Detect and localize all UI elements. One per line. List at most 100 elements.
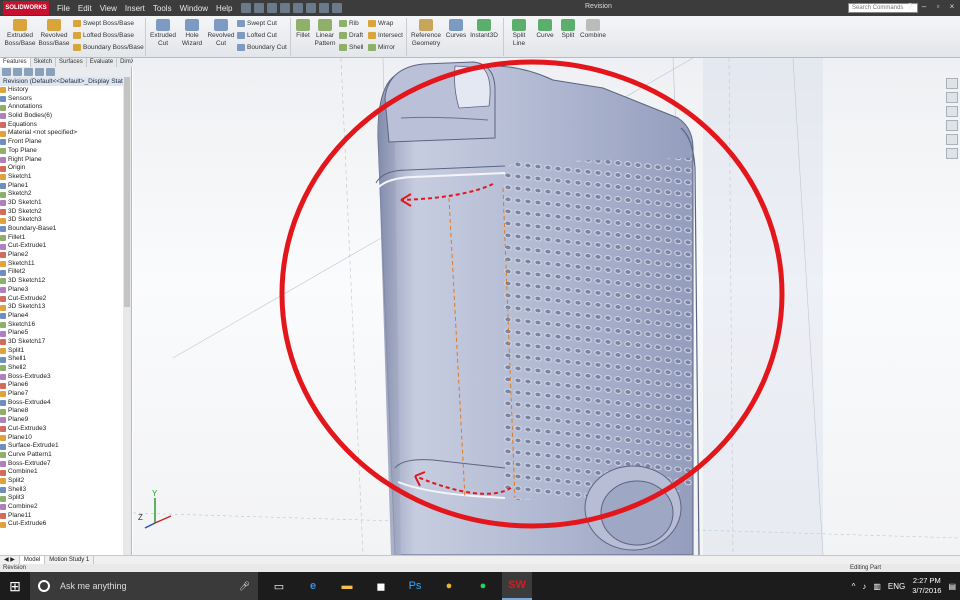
tree-item[interactable]: Curve Pattern1: [0, 451, 131, 460]
tree-item[interactable]: Plane8: [0, 407, 131, 416]
cortana-search-box[interactable]: Ask me anything 🎤︎: [30, 572, 258, 600]
spotify-icon[interactable]: ●: [468, 572, 498, 600]
tree-item[interactable]: Sketch1: [0, 173, 131, 182]
draft-button[interactable]: Draft: [339, 32, 363, 39]
shell-button[interactable]: Shell: [339, 44, 363, 51]
file-explorer-icon[interactable]: [946, 106, 958, 117]
tree-item[interactable]: Cut-Extrude1: [0, 242, 131, 251]
tab-nav-arrows[interactable]: ◀ ▶: [0, 556, 20, 564]
tree-item[interactable]: Combine1: [0, 468, 131, 477]
boundary-boss-button[interactable]: Boundary Boss/Base: [73, 44, 144, 51]
open-icon[interactable]: [253, 3, 264, 13]
appearances-icon[interactable]: [946, 134, 958, 145]
tree-item[interactable]: Shell3: [0, 486, 131, 495]
menu-tools[interactable]: Tools: [149, 4, 176, 13]
lofted-boss-button[interactable]: Lofted Boss/Base: [73, 32, 134, 39]
swept-boss-button[interactable]: Swept Boss/Base: [73, 20, 134, 27]
tree-item[interactable]: Plane5: [0, 329, 131, 338]
curve-button[interactable]: Curve: [532, 19, 558, 40]
view-palette-icon[interactable]: [946, 120, 958, 131]
mirror-button[interactable]: Mirror: [368, 44, 395, 51]
tree-item[interactable]: Boundary-Base1: [0, 225, 131, 234]
solidworks-taskbar-icon[interactable]: SW: [502, 572, 532, 600]
lofted-cut-button[interactable]: Lofted Cut: [237, 32, 277, 39]
menu-view[interactable]: View: [96, 4, 121, 13]
language-indicator[interactable]: ENG: [888, 582, 905, 591]
tab-features[interactable]: Features: [0, 58, 31, 67]
close-icon[interactable]: ×: [947, 2, 957, 12]
tree-item[interactable]: Cut-Extrude3: [0, 425, 131, 434]
tree-item[interactable]: 3D Sketch3: [0, 216, 131, 225]
tree-item[interactable]: 3D Sketch17: [0, 338, 131, 347]
windows-start-icon[interactable]: ⊞: [0, 572, 30, 600]
store-icon[interactable]: ◼: [366, 572, 396, 600]
combine-button[interactable]: Combine: [580, 19, 606, 40]
file-explorer-icon[interactable]: ▬: [332, 572, 362, 600]
tree-item[interactable]: Top Plane: [0, 147, 131, 156]
instant3d-button[interactable]: Instant3D: [468, 19, 500, 40]
tab-motion-study[interactable]: Motion Study 1: [45, 556, 95, 564]
extruded-boss-button[interactable]: Extruded Boss/Base: [3, 19, 37, 48]
tree-item[interactable]: Plane4: [0, 312, 131, 321]
part-body[interactable]: [375, 61, 701, 555]
options-icon[interactable]: [331, 3, 342, 13]
fillet-button[interactable]: Fillet: [293, 19, 313, 40]
tree-scrollbar[interactable]: [123, 77, 131, 555]
split-button[interactable]: Split: [558, 19, 578, 40]
tree-item[interactable]: Surface-Extrude1: [0, 442, 131, 451]
tree-item[interactable]: Boss-Extrude7: [0, 460, 131, 469]
split-line-button[interactable]: Split Line: [506, 19, 532, 48]
tree-item[interactable]: Split3: [0, 494, 131, 503]
tree-item[interactable]: 3D Sketch1: [0, 199, 131, 208]
design-library-icon[interactable]: [946, 92, 958, 103]
chrome-icon[interactable]: ●: [434, 572, 464, 600]
select-icon[interactable]: [305, 3, 316, 13]
tree-item[interactable]: Origin: [0, 164, 131, 173]
revolved-boss-button[interactable]: Revolved Boss/Base: [37, 19, 71, 48]
feature-manager-icon[interactable]: [2, 68, 11, 76]
tree-item[interactable]: Solid Bodies(6): [0, 112, 131, 121]
tree-item[interactable]: Plane7: [0, 390, 131, 399]
menu-window[interactable]: Window: [176, 4, 212, 13]
edge-icon[interactable]: e: [298, 572, 328, 600]
boundary-cut-button[interactable]: Boundary Cut: [237, 44, 287, 51]
menu-file[interactable]: File: [53, 4, 74, 13]
save-icon[interactable]: [266, 3, 277, 13]
scrollbar-thumb[interactable]: [124, 77, 130, 307]
rib-button[interactable]: Rib: [339, 20, 359, 27]
tree-item[interactable]: Plane11: [0, 512, 131, 521]
rebuild-icon[interactable]: [318, 3, 329, 13]
tree-item[interactable]: Front Plane: [0, 138, 131, 147]
menu-insert[interactable]: Insert: [121, 4, 149, 13]
tree-item[interactable]: Plane3: [0, 286, 131, 295]
tree-item[interactable]: Plane6: [0, 381, 131, 390]
tree-item[interactable]: Boss-Extrude4: [0, 399, 131, 408]
tree-item[interactable]: Fillet1: [0, 234, 131, 243]
tree-item[interactable]: Sketch11: [0, 260, 131, 269]
tree-item[interactable]: Sketch2: [0, 190, 131, 199]
hole-wizard-button[interactable]: Hole Wizard: [178, 19, 206, 48]
tree-item[interactable]: Shell1: [0, 355, 131, 364]
photoshop-icon[interactable]: Ps: [400, 572, 430, 600]
graphics-viewport[interactable]: Y Z: [133, 58, 960, 555]
tab-sketch[interactable]: Sketch: [31, 58, 57, 67]
tree-item[interactable]: 3D Sketch2: [0, 208, 131, 217]
tree-item[interactable]: Cut-Extrude2: [0, 295, 131, 304]
tree-item[interactable]: Material <not specified>: [0, 129, 131, 138]
menu-edit[interactable]: Edit: [74, 4, 96, 13]
tab-surfaces[interactable]: Surfaces: [56, 58, 87, 67]
maximize-icon[interactable]: ▫: [933, 2, 943, 12]
tree-item[interactable]: Plane10: [0, 434, 131, 443]
property-manager-icon[interactable]: [13, 68, 22, 76]
revolved-cut-button[interactable]: Revolved Cut: [206, 19, 236, 48]
tree-item[interactable]: Annotations: [0, 103, 131, 112]
tray-expand-icon[interactable]: ^: [852, 582, 856, 591]
minimize-icon[interactable]: –: [919, 2, 929, 12]
tree-item[interactable]: Plane2: [0, 251, 131, 260]
curves-button[interactable]: Curves: [444, 19, 468, 40]
reference-geometry-button[interactable]: Reference Geometry: [408, 19, 444, 48]
help-icon[interactable]: ?: [905, 2, 915, 12]
tab-model[interactable]: Model: [19, 556, 46, 564]
tree-item[interactable]: 3D Sketch12: [0, 277, 131, 286]
resources-icon[interactable]: [946, 78, 958, 89]
